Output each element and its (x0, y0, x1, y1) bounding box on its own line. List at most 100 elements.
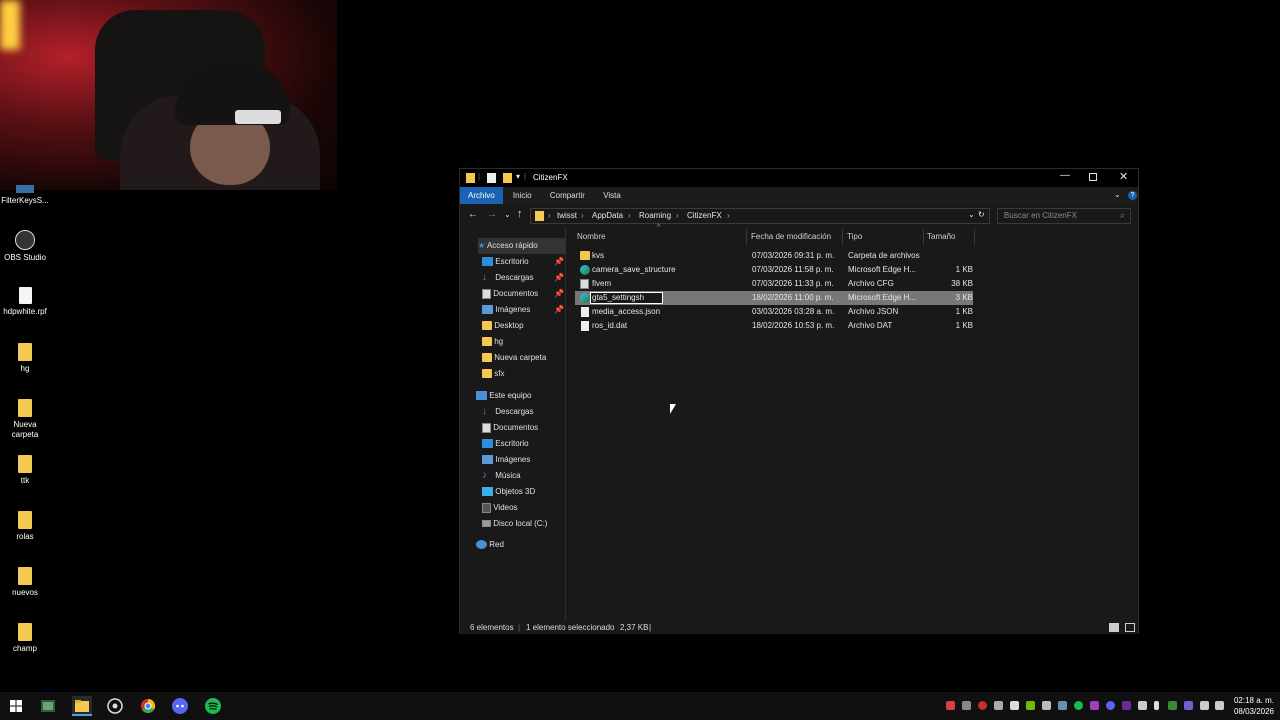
desktop-icon-hdpwhite[interactable]: hdpwhite.rpf (0, 287, 50, 317)
headset-tray-icon[interactable] (1042, 701, 1051, 710)
column-header-name[interactable]: Nombre (577, 229, 605, 245)
forward-arrow-icon[interactable]: → (487, 209, 497, 220)
chrome-icon[interactable] (138, 696, 158, 716)
column-header-size[interactable]: Tamaño (927, 229, 955, 245)
discord-icon[interactable] (170, 696, 190, 716)
tray-icon[interactable] (978, 701, 987, 710)
file-explorer-taskbar-icon[interactable] (72, 696, 92, 716)
tray-icon[interactable] (1184, 701, 1193, 710)
desktop-icon-ttk[interactable]: ttk (0, 455, 50, 486)
nav-pc-objetos-3d[interactable]: Objetos 3D (482, 484, 535, 500)
nav-quick-desktop[interactable]: Desktop (482, 318, 524, 334)
spotify-tray-icon[interactable] (1074, 701, 1083, 710)
nav-pc-musica[interactable]: ♪ Música (482, 468, 521, 484)
nav-quick-nueva-carpeta[interactable]: Nueva carpeta (482, 350, 546, 366)
nav-pc-escritorio[interactable]: Escritorio (482, 436, 529, 452)
tray-icon[interactable] (994, 701, 1003, 710)
chevron-right-icon: › (727, 211, 730, 220)
file-type: Microsoft Edge H... (848, 265, 917, 274)
quick-access-dropdown-icon[interactable]: ▾ (516, 172, 520, 181)
address-dropdown-icon[interactable]: ⌄ (968, 210, 975, 219)
nav-label: Imágenes (495, 305, 531, 314)
desktop-icon-rolas[interactable]: rolas (0, 511, 50, 542)
table-row[interactable]: ros_id.dat 18/02/2026 10:53 p. m. Archiv… (575, 319, 973, 333)
nav-pc-descargas[interactable]: ↓ Descargas (482, 404, 533, 420)
tray-icon[interactable] (962, 701, 971, 710)
terminal-app-icon[interactable] (38, 696, 58, 716)
nav-quick-escritorio[interactable]: Escritorio 📌 (482, 254, 564, 270)
tray-icon[interactable] (1138, 701, 1147, 710)
table-row-selected[interactable]: gta5_settingsh 18/02/2026 11:00 p. m. Mi… (575, 291, 973, 305)
rename-input[interactable]: gta5_settingsh (590, 292, 663, 304)
desktop-icon-nueva-carpeta[interactable]: Nueva carpeta (0, 399, 50, 440)
tray-icon[interactable] (1010, 701, 1019, 710)
tray-icon[interactable] (1090, 701, 1099, 710)
network-tray-icon[interactable] (1200, 701, 1209, 710)
desktop-icon-filterkeys[interactable]: FilterKeysS... (0, 185, 50, 206)
tab-vista[interactable]: Vista (595, 187, 629, 204)
table-row[interactable]: media_access.json 03/03/2026 03:28 a. m.… (575, 305, 973, 319)
address-bar[interactable]: › twisst › AppData › Roaming › CitizenFX… (530, 208, 990, 224)
new-folder-icon[interactable] (503, 173, 512, 183)
nav-pc-disco-local[interactable]: Disco local (C:) (482, 516, 547, 532)
expand-ribbon-icon[interactable]: ⌄ (1114, 190, 1121, 199)
breadcrumb-twisst[interactable]: twisst (557, 211, 577, 220)
volume-icon[interactable] (1215, 701, 1224, 710)
column-header-date[interactable]: Fecha de modificación (751, 229, 831, 245)
recent-locations-icon[interactable]: ⌄ (504, 210, 511, 219)
windows-start-icon[interactable] (6, 696, 26, 716)
nvidia-tray-icon[interactable] (1026, 701, 1035, 710)
nav-quick-hg[interactable]: hg (482, 334, 503, 350)
tab-archivo[interactable]: Archivo (460, 187, 503, 204)
nav-quick-imagenes[interactable]: Imágenes 📌 (482, 302, 564, 318)
maximize-button[interactable] (1089, 173, 1097, 181)
up-arrow-icon[interactable]: ↑ (517, 208, 523, 220)
close-button[interactable]: ✕ (1119, 170, 1128, 183)
column-divider[interactable] (746, 229, 747, 245)
breadcrumb-citizenfx[interactable]: CitizenFX (687, 211, 722, 220)
details-view-icon[interactable] (1109, 623, 1119, 632)
nav-quick-descargas[interactable]: ↓ Descargas 📌 (482, 270, 564, 286)
nav-quick-documentos[interactable]: Documentos 📌 (482, 286, 564, 302)
tab-compartir[interactable]: Compartir (542, 187, 593, 204)
microphone-icon[interactable] (1154, 701, 1159, 710)
steam-tray-icon[interactable] (1058, 701, 1067, 710)
back-arrow-icon[interactable]: ← (468, 209, 478, 220)
help-icon[interactable]: ? (1128, 191, 1137, 200)
nav-pc-imagenes[interactable]: Imágenes (482, 452, 530, 468)
desktop-icon-nuevos[interactable]: nuevos (0, 567, 50, 598)
microphone-tray-icon[interactable] (946, 701, 955, 710)
nav-pc-documentos[interactable]: Documentos (482, 420, 538, 436)
tab-inicio[interactable]: Inicio (505, 187, 540, 204)
properties-icon[interactable] (487, 173, 496, 183)
nav-pc-videos[interactable]: Videos (482, 500, 518, 516)
table-row[interactable]: fivem 07/03/2026 11:33 p. m. Archivo CFG… (575, 277, 973, 291)
breadcrumb-roaming[interactable]: Roaming (639, 211, 671, 220)
column-divider[interactable] (842, 229, 843, 245)
column-divider[interactable] (974, 229, 975, 245)
minimize-button[interactable]: — (1060, 170, 1070, 181)
breadcrumb-appdata[interactable]: AppData (592, 211, 623, 220)
file-name: media_access.json (592, 307, 661, 316)
nav-quick-sfx[interactable]: sfx (482, 366, 504, 382)
large-icons-view-icon[interactable] (1125, 623, 1135, 632)
column-header-type[interactable]: Tipo (847, 229, 862, 245)
tray-icon[interactable] (1168, 701, 1177, 710)
title-bar: | ▾ | CitizenFX — ✕ (460, 169, 1138, 187)
desktop-icon-champ[interactable]: champ (0, 623, 50, 654)
obs-taskbar-icon[interactable] (105, 696, 125, 716)
tray-icon[interactable] (1122, 701, 1131, 710)
spotify-icon[interactable] (203, 696, 223, 716)
nav-this-pc[interactable]: Este equipo (476, 388, 532, 404)
discord-tray-icon[interactable] (1106, 701, 1115, 710)
desktop-icon-obs[interactable]: OBS Studio (0, 230, 50, 263)
column-divider[interactable] (923, 229, 924, 245)
search-input[interactable]: Buscar en CitizenFX ⌕ (997, 208, 1131, 224)
table-row[interactable]: kvs 07/03/2026 09:31 p. m. Carpeta de ar… (575, 249, 973, 263)
nav-quick-access[interactable]: ★ Acceso rápido (478, 238, 566, 254)
table-row[interactable]: camera_save_structure 07/03/2026 11:58 p… (575, 263, 973, 277)
refresh-icon[interactable]: ↻ (978, 210, 985, 219)
desktop-icon-hg[interactable]: hg (0, 343, 50, 374)
nav-network[interactable]: Red (476, 537, 504, 553)
taskbar-clock[interactable]: 02:18 a. m. 08/03/2026 (1230, 695, 1278, 717)
